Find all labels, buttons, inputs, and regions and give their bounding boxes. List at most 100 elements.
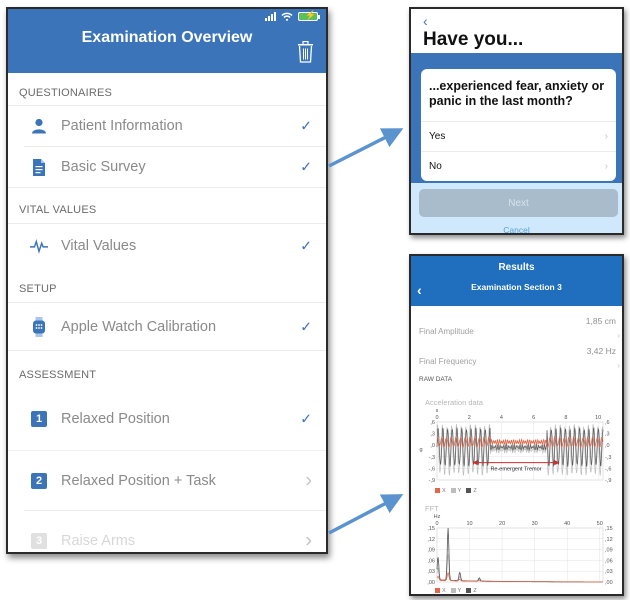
x-tick-label: 20 xyxy=(499,521,505,527)
nav-bar: ⚡ Examination Overview xyxy=(8,9,326,73)
footer: Next Cancel xyxy=(411,183,622,233)
metric-value: 1,85 cm xyxy=(585,316,616,326)
annotation-label: Re-emergent Tremor xyxy=(490,467,541,473)
results-subtitle: Examination Section 3 xyxy=(471,282,562,292)
y-tick-label-left: ,06 xyxy=(427,558,435,564)
y-tick-label-right: -,9 xyxy=(605,478,611,484)
x-tick-label: 40 xyxy=(564,521,570,527)
next-button[interactable]: Next xyxy=(419,189,618,217)
y-tick-label-right: -,6 xyxy=(605,466,611,472)
x-tick-label: 10 xyxy=(595,415,601,421)
y-tick-label-left: ,6 xyxy=(430,420,435,426)
fft-legend: X Y Z xyxy=(435,588,477,594)
y-tick-label-right: ,6 xyxy=(605,420,610,426)
y-tick-label-right: ,12 xyxy=(605,537,613,543)
checkmark-icon: ✓ xyxy=(300,117,312,134)
option-label: No xyxy=(429,161,442,172)
cancel-button[interactable]: Cancel xyxy=(411,225,622,233)
legend-item-z: Z xyxy=(466,588,477,594)
y-axis-label: g xyxy=(419,447,422,453)
legend-item-z: Z xyxy=(466,488,477,494)
status-bar: ⚡ xyxy=(265,10,320,21)
y-tick-label-left: ,09 xyxy=(427,548,435,554)
x-tick-label: 2 xyxy=(468,415,471,421)
arrow-to-results xyxy=(328,494,404,535)
section-header-assessment: ASSESSMENT xyxy=(8,350,326,388)
metric-final-amplitude[interactable]: Final Amplitude 1,85 cm › xyxy=(411,312,622,340)
arrow-to-questionnaire xyxy=(328,128,404,168)
results-screen: Results ‹ Examination Section 3 Final Am… xyxy=(409,254,624,596)
section-header-questionaires: QUESTIONAIRES xyxy=(19,87,113,99)
y-tick-label-left: ,12 xyxy=(427,537,435,543)
question-card: ...experienced fear, anxiety or panic in… xyxy=(421,69,616,181)
plot-area xyxy=(436,527,604,583)
list-item-patient-information[interactable]: Patient Information ✓ xyxy=(8,105,326,146)
list-item-label: Basic Survey xyxy=(61,159,146,175)
chevron-right-icon: › xyxy=(305,469,312,491)
x-tick-label: 10 xyxy=(466,521,472,527)
chart-title-acceleration: Acceleration data xyxy=(425,398,483,407)
page-title: Examination Overview xyxy=(81,29,253,46)
y-tick-label-left: -,3 xyxy=(429,455,435,461)
list-item-label: Patient Information xyxy=(61,118,183,134)
legend-item-x: X xyxy=(435,488,446,494)
chevron-right-icon: › xyxy=(617,361,620,370)
trash-icon[interactable] xyxy=(297,41,314,63)
signal-icon xyxy=(265,12,276,21)
watch-icon xyxy=(30,316,48,337)
y-tick-label-left: ,0 xyxy=(430,443,435,449)
checkmark-icon: ✓ xyxy=(300,318,312,334)
list-item-label: Relaxed Position + Task xyxy=(61,472,216,489)
chart-title-fft: FFT xyxy=(425,504,439,513)
y-tick-label-left: ,03 xyxy=(427,569,435,575)
person-icon xyxy=(30,117,48,135)
y-tick-label-left: ,00 xyxy=(427,580,435,586)
question-text: ...experienced fear, anxiety or panic in… xyxy=(429,79,605,108)
back-button[interactable]: ‹ xyxy=(423,13,428,29)
examination-overview-screen: ⚡ Examination Overview QUESTIONAIRES Pat… xyxy=(6,7,328,554)
list-item-relaxed-position-task[interactable]: 2 Relaxed Position + Task › xyxy=(8,450,326,510)
x-tick-label: 4 xyxy=(500,415,503,421)
results-title: Results xyxy=(498,262,535,273)
step-1-badge: 1 xyxy=(30,410,48,428)
heartbeat-icon xyxy=(30,237,48,255)
acceleration-legend: X Y Z xyxy=(435,488,477,494)
x-tick-label: 0 xyxy=(435,415,438,421)
x-tick-label: 6 xyxy=(532,415,535,421)
y-tick-label-right: ,3 xyxy=(605,432,610,438)
list-item-basic-survey[interactable]: Basic Survey ✓ xyxy=(24,146,326,187)
examination-list: QUESTIONAIRES Patient Information ✓ Basi… xyxy=(8,73,326,552)
x-tick-label: 30 xyxy=(532,521,538,527)
metric-final-frequency[interactable]: Final Frequency 3,42 Hz › xyxy=(411,342,622,370)
document-icon xyxy=(30,158,48,176)
list-item-relaxed-position[interactable]: 1 Relaxed Position ✓ xyxy=(8,388,326,450)
x-tick-label: 0 xyxy=(435,521,438,527)
question-title: Have you... xyxy=(423,29,524,50)
y-tick-label-right: ,09 xyxy=(605,548,613,554)
legend-item-x: X xyxy=(435,588,446,594)
list-item-vital-values[interactable]: Vital Values ✓ xyxy=(8,223,326,267)
fft-chart-svg: 0 10 20 30 40 50 Hz ,15 ,15 ,12 ,12 ,09 ,09 ,06 ,06 ,03… xyxy=(427,514,613,586)
chevron-right-icon: › xyxy=(305,529,312,551)
metric-value: 3,42 Hz xyxy=(586,346,616,356)
checkmark-icon: ✓ xyxy=(300,237,312,253)
x-axis-label: Hz xyxy=(434,514,441,520)
list-item-label: Vital Values xyxy=(61,237,137,254)
step-2-badge: 2 xyxy=(30,472,48,490)
x-tick-label: 50 xyxy=(597,521,603,527)
y-tick-label-left: -,6 xyxy=(429,466,435,472)
fft-chart: 0 10 20 30 40 50 Hz ,15 ,15 ,12 ,12 ,09 ,09 ,06 ,06 ,03… xyxy=(415,514,620,586)
list-item-apple-watch-calibration[interactable]: Apple Watch Calibration ✓ xyxy=(8,302,326,350)
option-yes[interactable]: Yes › xyxy=(421,121,616,151)
acceleration-chart-svg: 0 2 4 6 8 10s,6,6,3,3,0,0-,3 -,3-,6 -,6-,9 -,9gR… xyxy=(419,408,611,484)
questionnaire-screen: ‹ Have you... ...experienced fear, anxie… xyxy=(409,7,624,235)
option-no[interactable]: No › xyxy=(421,151,616,181)
y-tick-label-right: ,06 xyxy=(605,558,613,564)
section-header-setup: SETUP xyxy=(19,283,57,295)
chevron-right-icon: › xyxy=(617,331,620,340)
y-tick-label-right: ,03 xyxy=(605,569,613,575)
raw-data-header: RAW DATA xyxy=(419,376,453,383)
checkmark-icon: ✓ xyxy=(300,410,312,427)
legend-item-y: Y xyxy=(450,588,461,594)
legend-item-y: Y xyxy=(450,488,461,494)
